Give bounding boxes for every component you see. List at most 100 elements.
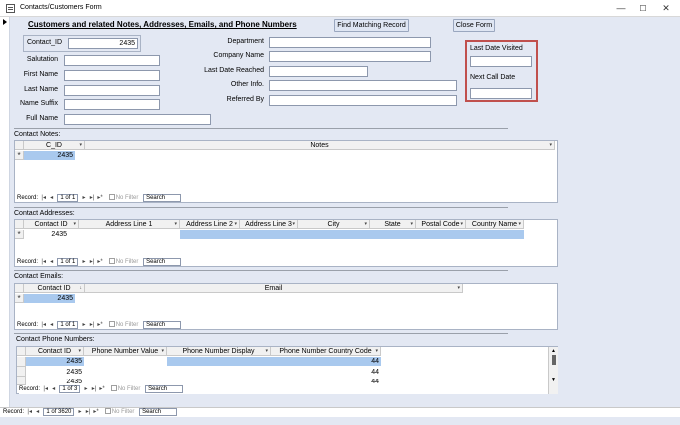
record-position-field[interactable]: 1 of 1 [57,194,79,202]
chevron-down-icon[interactable]: ▾ [78,347,81,355]
name-suffix-field[interactable] [64,99,160,110]
scroll-down-icon[interactable]: ▼ [551,377,556,383]
email-cell[interactable] [75,294,463,303]
new-record-button[interactable]: ▸* [96,258,104,267]
column-header-country-name[interactable]: Country Name ▾ [466,220,524,229]
last-record-button[interactable]: ▸| [88,258,96,267]
previous-record-button[interactable]: ◂ [50,385,58,394]
phone-value-cell[interactable] [84,368,167,377]
select-all-corner[interactable] [17,347,26,356]
row-selector[interactable] [17,377,26,385]
no-filter-button[interactable]: No Filter [106,258,138,267]
chevron-down-icon[interactable]: ▾ [460,220,463,228]
next-record-button[interactable]: ▸ [80,321,88,330]
maximize-icon[interactable]: ☐ [633,2,653,15]
minimize-icon[interactable]: — [611,2,631,15]
address-selected-cells[interactable] [180,230,524,239]
new-record-button[interactable]: ▸* [96,321,104,330]
column-header-phone-number-value[interactable]: Phone Number Value ▾ [84,347,167,356]
select-all-corner[interactable] [15,220,24,229]
column-header-phone-number-country-code[interactable]: Phone Number Country Code ▾ [271,347,381,356]
phone-country-code-cell[interactable]: 44 [271,357,381,366]
referred-by-field[interactable] [269,95,457,106]
last-record-button[interactable]: ▸| [90,385,98,394]
new-record-marker[interactable]: * [15,230,24,239]
first-record-button[interactable]: |◂ [26,408,34,417]
chevron-down-icon[interactable]: ▾ [457,284,460,292]
no-filter-button[interactable]: No Filter [108,385,140,394]
next-record-button[interactable]: ▸ [80,194,88,203]
phone-value-cell[interactable] [84,357,167,366]
last-name-field[interactable] [64,85,160,96]
new-record-marker[interactable]: * [15,151,24,160]
phone-contact-id-cell[interactable]: 2435 [26,368,84,377]
next-record-button[interactable]: ▸ [82,385,90,394]
search-box[interactable]: Search [143,194,182,202]
column-header-address-line-2[interactable]: Address Line 2 ▾ [180,220,240,229]
phone-display-cell[interactable] [167,368,271,377]
column-header-phone-number-display[interactable]: Phone Number Display ▾ [167,347,271,356]
last-record-button[interactable]: ▸| [88,194,96,203]
sort-icon[interactable]: ↓ [80,284,83,292]
new-record-button[interactable]: ▸* [96,194,104,203]
department-field[interactable] [269,37,431,48]
select-all-corner[interactable] [15,284,24,293]
record-position-field[interactable]: 1 of 3 [59,385,81,393]
column-header-email[interactable]: Email ▾ [85,284,463,293]
chevron-down-icon[interactable]: ▾ [518,220,521,228]
record-selector[interactable] [0,17,10,408]
find-matching-record-button[interactable]: Find Matching Record [334,19,409,32]
first-name-field[interactable] [64,70,160,81]
next-call-date-field[interactable] [470,88,532,99]
chevron-down-icon[interactable]: ▾ [73,220,76,228]
record-position-field[interactable]: 1 of 1 [57,321,79,329]
previous-record-button[interactable]: ◂ [48,194,56,203]
column-header-state[interactable]: State ▾ [370,220,416,229]
address-line-1-cell[interactable] [69,230,180,239]
close-icon[interactable]: ✕ [656,2,676,15]
chevron-down-icon[interactable]: ▾ [161,347,164,355]
last-date-visited-field[interactable] [470,56,532,67]
first-record-button[interactable]: |◂ [40,321,48,330]
record-position-field[interactable]: 1 of 1 [57,258,79,266]
column-header-c-id[interactable]: C_ID ▾ [24,141,85,150]
row-selector[interactable] [17,367,26,377]
column-header-contact-id[interactable]: Contact ID ↓ [24,284,85,293]
chevron-down-icon[interactable]: ▾ [410,220,413,228]
no-filter-button[interactable]: No Filter [106,321,138,330]
previous-record-button[interactable]: ◂ [48,258,56,267]
row-selector[interactable] [17,357,26,367]
chevron-down-icon[interactable]: ▾ [79,141,82,149]
first-record-button[interactable]: |◂ [42,385,50,394]
search-box[interactable]: Search [145,385,184,393]
first-record-button[interactable]: |◂ [40,194,48,203]
phone-display-cell[interactable] [167,357,271,366]
new-record-button[interactable]: ▸* [92,408,100,417]
full-name-field[interactable] [64,114,211,125]
no-filter-button[interactable]: No Filter [106,194,138,203]
last-record-button[interactable]: ▸| [84,408,92,417]
vertical-scrollbar[interactable]: ▲ ▼ [548,347,558,394]
close-form-button[interactable]: Close Form [453,19,495,32]
chevron-down-icon[interactable]: ▾ [364,220,367,228]
notes-c-id-cell[interactable]: 2435 [24,151,75,160]
column-header-address-line-3[interactable]: Address Line 3 ▾ [240,220,298,229]
column-header-contact-id[interactable]: Contact ID ▾ [26,347,84,356]
column-header-city[interactable]: City ▾ [298,220,370,229]
scroll-thumb[interactable] [552,355,556,365]
search-box[interactable]: Search [139,408,178,416]
column-header-notes[interactable]: Notes ▾ [85,141,555,150]
chevron-down-icon[interactable]: ▾ [375,347,378,355]
no-filter-button[interactable]: No Filter [102,408,134,417]
salutation-field[interactable] [64,55,160,66]
scroll-up-icon[interactable]: ▲ [551,348,556,354]
company-name-field[interactable] [269,51,431,62]
chevron-down-icon[interactable]: ▾ [549,141,552,149]
column-header-postal-code[interactable]: Postal Code ▾ [416,220,466,229]
last-record-button[interactable]: ▸| [88,321,96,330]
address-contact-id-cell[interactable]: 2435 [24,230,69,239]
phone-country-code-cell[interactable]: 44 [271,368,381,377]
chevron-down-icon[interactable]: ▾ [174,220,177,228]
next-record-button[interactable]: ▸ [80,258,88,267]
first-record-button[interactable]: |◂ [40,258,48,267]
